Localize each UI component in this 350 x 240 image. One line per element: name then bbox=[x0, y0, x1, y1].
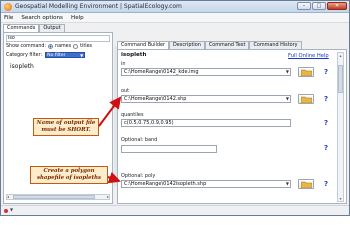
names-radio[interactable] bbox=[48, 44, 54, 49]
band-input[interactable] bbox=[121, 145, 217, 153]
folder-icon bbox=[301, 96, 312, 103]
minimize-button[interactable]: – bbox=[297, 2, 311, 10]
in-file-value: C:\HomeRange\0142_kde.img bbox=[124, 69, 199, 75]
in-browse-button[interactable] bbox=[298, 67, 314, 77]
poly-help-icon[interactable]: ? bbox=[324, 180, 328, 188]
chevron-down-icon: ▼ bbox=[80, 53, 84, 58]
tab-commands[interactable]: Commands bbox=[3, 24, 40, 32]
app-globe-icon bbox=[4, 3, 12, 11]
scroll-thumb[interactable] bbox=[13, 195, 95, 199]
menu-search-options[interactable]: Search options bbox=[21, 15, 63, 21]
tab-command-history[interactable]: Command History bbox=[249, 41, 302, 49]
window-title: Geospatial Modelling Environment | Spati… bbox=[15, 3, 182, 10]
titles-radio-label: titles bbox=[80, 44, 93, 49]
title-bar: Geospatial Modelling Environment | Spati… bbox=[1, 1, 349, 13]
chevron-down-icon: ▼ bbox=[285, 69, 289, 74]
vertical-scrollbar[interactable]: ▴ ▾ bbox=[337, 52, 344, 202]
scroll-right-icon[interactable]: ▸ bbox=[107, 194, 109, 199]
category-filter-value: No filter bbox=[47, 53, 66, 58]
horizontal-scrollbar[interactable]: ◂ ▸ bbox=[6, 194, 110, 200]
tab-description[interactable]: Description bbox=[169, 41, 205, 49]
param-label-quantiles: quantiles bbox=[121, 112, 144, 118]
command-search-input[interactable]: iso bbox=[6, 35, 110, 42]
param-label-out: out bbox=[121, 88, 130, 94]
band-help-icon[interactable]: ? bbox=[324, 144, 328, 152]
menu-bar: File Search options Help bbox=[1, 13, 349, 23]
category-filter-select[interactable]: No filter ▼ bbox=[45, 52, 86, 58]
command-list-item[interactable]: isopleth bbox=[10, 63, 34, 70]
tab-command-builder[interactable]: Command Builder bbox=[117, 41, 169, 49]
quantiles-help-icon[interactable]: ? bbox=[324, 119, 328, 127]
scroll-down-icon[interactable]: ▾ bbox=[338, 196, 343, 201]
param-label-poly: Optional: poly bbox=[121, 173, 156, 179]
out-help-icon[interactable]: ? bbox=[324, 95, 328, 103]
out-browse-button[interactable] bbox=[298, 94, 314, 104]
tab-command-text[interactable]: Command Text bbox=[204, 41, 250, 49]
maximize-button[interactable]: □ bbox=[312, 2, 326, 10]
param-label-in: in bbox=[121, 61, 126, 67]
in-file-combo[interactable]: C:\HomeRange\0142_kde.img ▼ bbox=[121, 68, 291, 76]
poly-file-combo[interactable]: C:\HomeRange\0142isopleth.shp ▼ bbox=[121, 180, 291, 188]
poly-file-value: C:\HomeRange\0142isopleth.shp bbox=[124, 181, 207, 187]
folder-icon bbox=[301, 181, 312, 188]
full-online-help-link[interactable]: Full Online Help bbox=[288, 53, 329, 59]
out-file-combo[interactable]: C:\HomeRange\0142.shp ▼ bbox=[121, 95, 291, 103]
quantiles-input[interactable]: c(0.5,0.75,0.9,0.95) bbox=[121, 119, 291, 127]
names-radio-label: names bbox=[55, 44, 72, 49]
titles-radio[interactable] bbox=[73, 44, 79, 49]
tab-output[interactable]: Output bbox=[39, 24, 65, 32]
menu-file[interactable]: File bbox=[4, 15, 13, 21]
out-file-value: C:\HomeRange\0142.shp bbox=[124, 96, 187, 102]
menu-help[interactable]: Help bbox=[71, 15, 84, 21]
status-indicator-icon bbox=[4, 209, 8, 213]
chevron-down-icon[interactable]: ▼ bbox=[10, 207, 13, 212]
status-bar: ▼ bbox=[1, 205, 349, 215]
chevron-down-icon: ▼ bbox=[285, 96, 289, 101]
in-help-icon[interactable]: ? bbox=[324, 68, 328, 76]
command-name: isopleth bbox=[121, 52, 147, 58]
folder-icon bbox=[301, 69, 312, 76]
scroll-left-icon[interactable]: ◂ bbox=[7, 194, 9, 199]
annotation-output-name: Name of output file must be SHORT. bbox=[33, 118, 99, 136]
scroll-thumb[interactable] bbox=[338, 65, 343, 93]
chevron-down-icon: ▼ bbox=[285, 181, 289, 186]
poly-browse-button[interactable] bbox=[298, 179, 314, 189]
annotation-polygon-shapefile: Create a polygon shapefile of isopleths bbox=[30, 166, 108, 184]
show-command-label: Show command: bbox=[6, 44, 47, 49]
scroll-up-icon[interactable]: ▴ bbox=[338, 53, 343, 58]
category-filter-label: Category filter: bbox=[6, 52, 43, 58]
command-builder-panel: isopleth Full Online Help in C:\HomeRang… bbox=[117, 49, 347, 204]
quantiles-value: c(0.5,0.75,0.9,0.95) bbox=[124, 120, 174, 126]
param-label-band: Optional: band bbox=[121, 137, 158, 143]
close-button[interactable]: ✕ bbox=[327, 2, 347, 10]
